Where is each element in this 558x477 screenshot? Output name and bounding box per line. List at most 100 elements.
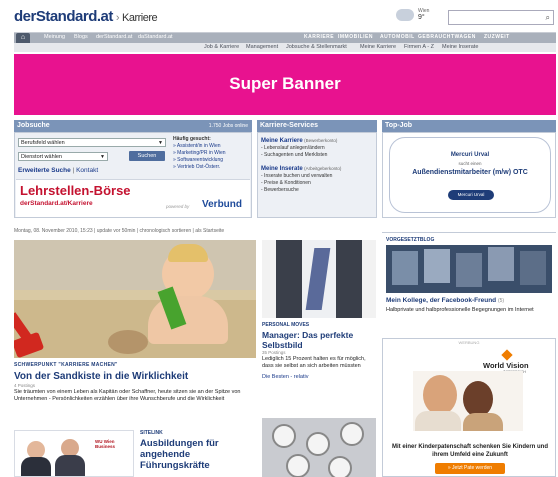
topjob-company: Mercuri Urval — [450, 152, 490, 158]
sitelink: SITELINK Ausbildungen für angehende Führ… — [140, 430, 256, 471]
nav-item-zuzweit[interactable]: ZUZWEIT — [484, 34, 510, 40]
topjob-position: Außendienstmitarbeiter (m/w) OTC — [412, 169, 528, 176]
service-link[interactable]: - Lebenslauf anlegen/ändern — [261, 145, 375, 152]
jobsuche-title: Jobsuche — [17, 122, 50, 129]
topjob-card[interactable]: Mercuri Urval sucht einen Außendienstmit… — [389, 137, 551, 213]
service-link[interactable]: - Preise & Konditionen — [261, 180, 375, 187]
weather-widget[interactable]: Wien 9° — [396, 7, 436, 23]
subnav-firmen[interactable]: Firmen A - Z — [404, 44, 434, 50]
sitelink-title[interactable]: Ausbildungen für angehende Führungskräft… — [140, 438, 256, 471]
berufsfeld-value: Berufsfeld wählen — [21, 140, 65, 146]
powered-by: powered by — [166, 204, 190, 209]
lehrstellen-link[interactable]: derStandard.at/Karriere — [20, 200, 93, 207]
frequent-link[interactable]: » Vertrieb Ost-Österr. — [173, 164, 251, 171]
nav-item-karriere[interactable]: KARRIERE — [304, 34, 334, 40]
nav-item-immobilien[interactable]: IMMOBILIEN — [338, 34, 373, 40]
topjob-box[interactable]: Mercuri Urval sucht einen Außendienstmit… — [382, 132, 556, 218]
nav-item-blogs[interactable]: Blogs — [74, 34, 88, 40]
main-story-image[interactable] — [14, 240, 256, 358]
subnav-jobsuche[interactable]: Jobsuche & Stellenmarkt — [286, 44, 347, 50]
world-vision-ad[interactable]: WERBUNG World Vision ÖSTERREICH Mit eine… — [382, 338, 556, 477]
services-header: Karriere-Services — [257, 120, 377, 132]
search-icon[interactable]: ⌕ — [546, 13, 550, 23]
meine-inserate-link[interactable]: Meine Inserate — [261, 166, 303, 172]
jobs-count: 1.750 Jobs online — [208, 123, 248, 129]
breadcrumb-separator: › — [115, 12, 120, 24]
dienstort-select[interactable]: Dienstort wählen ▼ — [18, 152, 108, 161]
banner-label: Super Banner — [229, 74, 341, 93]
link-separator: | — [72, 167, 75, 174]
second-story-link[interactable]: Die Besten - relativ — [262, 374, 376, 380]
search-input[interactable]: ⌕ — [448, 10, 554, 25]
pate-werden-button[interactable]: » Jetzt Pate werden — [435, 463, 505, 474]
super-banner[interactable]: Super Banner — [14, 54, 556, 115]
blog-count: (5) — [497, 298, 505, 304]
frequent-link[interactable]: » Marketing/PR in Wien — [173, 150, 251, 157]
frequent-link[interactable]: » Assistent/in in Wien — [173, 143, 251, 150]
berufsfeld-select[interactable]: Berufsfeld wählen ▼ — [18, 138, 166, 147]
frequent-link[interactable]: » Softwareentwicklung — [173, 157, 251, 164]
nav-item-derstandard[interactable]: derStandard.at — [96, 34, 132, 40]
second-story-image[interactable] — [262, 240, 376, 318]
dateline: Montag, 08. November 2010, 15:23 | updat… — [14, 228, 225, 234]
main-story-postings[interactable]: 4 Postings — [14, 383, 256, 388]
main-story-title[interactable]: Von der Sandkiste in die Wirklichkeit — [14, 371, 256, 382]
search-links: Erweiterte Suche | Kontakt — [18, 167, 98, 174]
third-story-image[interactable] — [262, 418, 376, 477]
second-story-title[interactable]: Manager: Das perfekte Selbstbild — [262, 330, 376, 350]
blog-text: Halbprivate und halbprofessionelle Begeg… — [386, 307, 534, 313]
main-story: SCHWERPUNKT "KARRIERE MACHEN" Von der Sa… — [14, 362, 256, 403]
service-link[interactable]: - Inserate buchen und verwalten — [261, 173, 375, 180]
lehrstellen-promo[interactable]: Lehrstellen-Börse derStandard.at/Karrier… — [16, 179, 250, 217]
site-logo[interactable]: derStandard.at › Karriere — [14, 8, 158, 25]
breadcrumb-section[interactable]: Karriere — [122, 12, 158, 24]
weather-temp: 9° — [418, 14, 425, 21]
meine-karriere-sub: (Bewerberkonto) — [304, 138, 338, 143]
service-link[interactable]: - Bewerbersuche — [261, 187, 375, 194]
kontakt-link[interactable]: Kontakt — [76, 167, 98, 174]
nav-item-gebrauchtwagen[interactable]: GEBRAUCHTWAGEN — [418, 34, 476, 40]
meine-inserate-sub: (Arbeitgeberkonto) — [304, 166, 342, 171]
nav-item-meinung[interactable]: Meinung — [44, 34, 65, 40]
second-story-kicker: PERSONAL MOVES — [262, 322, 310, 328]
second-story-text: Lediglich 15 Prozent halten es für mögli… — [262, 356, 366, 369]
nav-item-automobil[interactable]: AUTOMOBIL — [380, 34, 415, 40]
cloud-icon — [396, 9, 414, 21]
verbund-logo: Verbund — [202, 199, 243, 210]
chevron-down-icon: ▼ — [100, 154, 105, 160]
main-navigation: ⌂ Meinung Blogs derStandard.at daStandar… — [14, 32, 556, 52]
topjob-header: Top-Job — [382, 120, 556, 132]
frequent-title: Häufig gesucht: — [173, 136, 211, 142]
chevron-down-icon: ▼ — [158, 140, 163, 146]
ad-text: Mit einer Kinderpatenschaft schenken Sie… — [391, 444, 549, 458]
dienstort-value: Dienstort wählen — [21, 154, 62, 160]
jobsuche-box: Berufsfeld wählen ▼ Dienstort wählen ▼ Suc… — [14, 132, 252, 218]
blog-title[interactable]: Mein Kollege, der Facebook-Freund — [386, 297, 496, 304]
second-story-postings[interactable]: 35 Postings — [262, 350, 376, 355]
sitelink-image[interactable]: WU Wien Business — [14, 430, 134, 477]
blog-title-line[interactable]: Mein Kollege, der Facebook-Freund (5) — [386, 297, 552, 304]
sitelink-kicker: SITELINK — [140, 430, 163, 436]
world-vision-icon — [501, 349, 513, 361]
subnav-management[interactable]: Management — [246, 44, 278, 50]
logo-text[interactable]: derStandard.at — [14, 8, 113, 25]
subnav-job-karriere[interactable]: Job & Karriere — [204, 44, 239, 50]
home-icon[interactable]: ⌂ — [16, 33, 30, 43]
subnav-meine-karriere[interactable]: Meine Karriere — [360, 44, 396, 50]
meine-karriere-link[interactable]: Meine Karriere — [261, 138, 303, 144]
jobsuche-header: Jobsuche 1.750 Jobs online — [14, 120, 252, 132]
blog-image[interactable] — [386, 245, 552, 293]
frequent-searches: Häufig gesucht: » Assistent/in in Wien »… — [173, 136, 251, 171]
main-story-kicker: SCHWERPUNKT "KARRIERE MACHEN" — [14, 362, 118, 368]
ad-brand: World Vision — [483, 361, 529, 370]
suchen-button[interactable]: Suchen — [129, 151, 165, 161]
ad-label: WERBUNG — [458, 340, 480, 345]
second-story: PERSONAL MOVES Manager: Das perfekte Sel… — [262, 322, 376, 380]
erweiterte-suche-link[interactable]: Erweiterte Suche — [18, 167, 71, 174]
topjob-badge: Mercuri Urval — [448, 190, 494, 200]
service-link[interactable]: - Suchagenten und Merklisten — [261, 152, 375, 159]
services-box: Meine Karriere (Bewerberkonto) - Lebensl… — [257, 132, 377, 218]
subnav-meine-inserate[interactable]: Meine Inserate — [442, 44, 478, 50]
topjob-sucht: sucht einen — [458, 161, 482, 166]
nav-item-dastandard[interactable]: daStandard.at — [138, 34, 173, 40]
